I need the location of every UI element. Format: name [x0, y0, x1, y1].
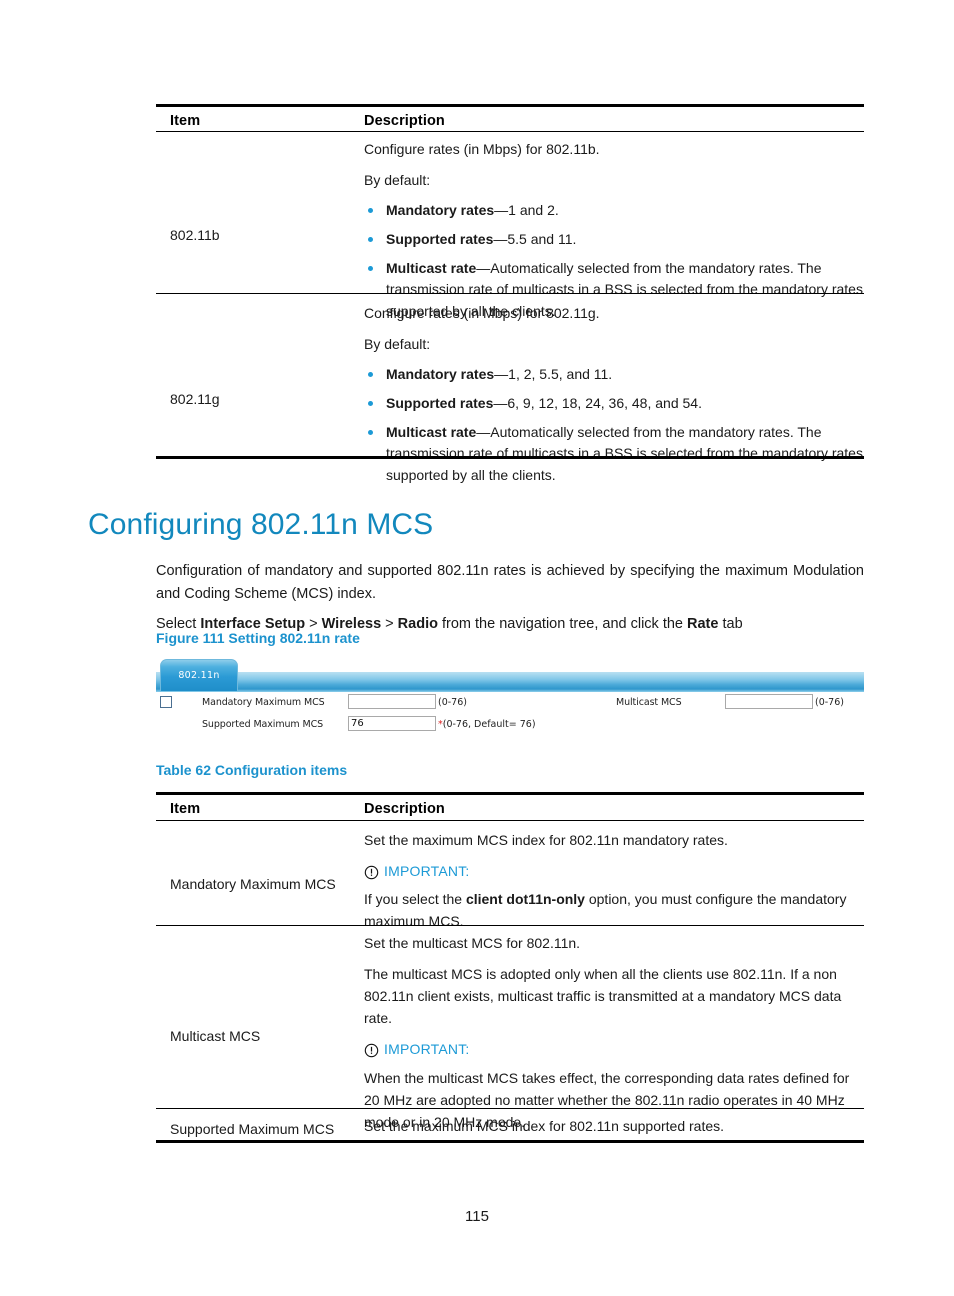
tab-strip: [156, 672, 864, 689]
supported-maximum-mcs-hint: *(0-76, Default= 76): [438, 719, 536, 730]
bullet-term: Supported rates: [386, 394, 494, 411]
bullet-rest: —1, 2, 5.5, and 11.: [494, 366, 613, 383]
row-body-text: The multicast MCS is adopted only when a…: [364, 966, 842, 1027]
multicast-mcs-hint: (0-76): [815, 697, 844, 708]
table-62-row-rule: [156, 925, 864, 926]
mandatory-maximum-mcs-input[interactable]: [348, 694, 436, 709]
bullet-term: Mandatory rates: [386, 202, 495, 219]
exclamation-circle-icon: [364, 864, 379, 879]
nav-tab-rate: Rate: [687, 615, 719, 632]
row-lead-text: Set the multicast MCS for 802.11n.: [364, 935, 581, 951]
table-top-border-top: [156, 104, 864, 107]
bullet-list: Mandatory rates—1, 2, 5.5, and 11. Suppo…: [364, 364, 864, 486]
section-paragraph: Configuration of mandatory and supported…: [156, 562, 864, 602]
row-item-label: 802.11g: [170, 390, 220, 407]
bullet-dot-icon: [368, 265, 373, 271]
mandatory-maximum-mcs-label: Mandatory Maximum MCS: [202, 697, 325, 708]
bullet-dot-icon: [368, 208, 373, 214]
tab-strip-underline: [156, 689, 864, 692]
list-item: Supported rates—6, 9, 12, 18, 24, 36, 48…: [364, 393, 864, 415]
nav-path-radio: Radio: [397, 615, 438, 632]
multicast-mcs-label: Multicast MCS: [616, 697, 682, 708]
supported-maximum-mcs-hint-text: (0-76, Default= 76): [442, 719, 536, 730]
tab-802-11n-label: 802.11n: [178, 670, 220, 681]
list-item: Supported rates—5.5 and 11.: [364, 229, 864, 251]
table-row: 802.11g Configure rates (in Mbps) for 80…: [156, 301, 864, 497]
enable-checkbox[interactable]: [160, 696, 172, 708]
table-top-row-rule: [156, 293, 864, 294]
figure-caption: Figure 111 Setting 802.11n rate: [156, 630, 360, 646]
exclamation-circle-icon: [364, 1042, 379, 1058]
important-note: IMPORTANT:: [364, 860, 864, 882]
bullet-dot-icon: [368, 400, 373, 406]
list-item: Mandatory rates—1, 2, 5.5, and 11.: [364, 364, 864, 386]
table-62-row-rule: [156, 1108, 864, 1109]
note-bold-term: client dot11n-only: [465, 891, 585, 908]
table-row: Multicast MCS Set the multicast MCS for …: [156, 930, 864, 1143]
important-label: IMPORTANT:: [384, 1041, 470, 1058]
note-prefix: If you select the: [364, 891, 466, 908]
bullet-rest: —5.5 and 11.: [493, 230, 577, 247]
table-62-border-bottom: [156, 1140, 864, 1143]
bullet-term: Multicast rate: [386, 259, 477, 276]
bullet-term: Mandatory rates: [386, 366, 495, 383]
important-label: IMPORTANT:: [384, 863, 470, 880]
row-lead-text: Set the maximum MCS index for 802.11n su…: [364, 1118, 725, 1134]
row-intro-text: Configure rates (in Mbps) for 802.11g.: [364, 305, 600, 321]
supported-maximum-mcs-input[interactable]: 76: [348, 716, 436, 731]
tab-802-11n[interactable]: 802.11n: [160, 659, 238, 691]
row-lead-text: Set the maximum MCS index for 802.11n ma…: [364, 832, 728, 848]
bullet-dot-icon: [368, 372, 373, 378]
nav-middle: from the navigation tree, and click the: [437, 615, 688, 632]
nav-separator: >: [381, 615, 398, 632]
table-62-border-top: [156, 792, 864, 795]
row-item-label: Multicast MCS: [170, 1028, 261, 1045]
table-top-header-rule: [156, 131, 864, 132]
figure-802-11n-rate-screenshot: 802.11n Mandatory Maximum MCS (0-76) Sup…: [156, 658, 864, 740]
bullet-term: Multicast rate: [386, 423, 477, 440]
table-top-border-bottom: [156, 456, 864, 459]
bullet-dot-icon: [368, 236, 373, 242]
page-number: 115: [465, 1208, 489, 1225]
multicast-mcs-input[interactable]: [725, 694, 813, 709]
list-item: Mandatory rates—1 and 2.: [364, 200, 864, 222]
table-62-caption: Table 62 Configuration items: [156, 762, 348, 778]
table-62-header-rule: [156, 820, 864, 821]
row-description: Configure rates (in Mbps) for 802.11g. B…: [364, 301, 864, 497]
row-default-label: By default:: [364, 336, 431, 353]
bullet-term: Supported rates: [386, 230, 494, 247]
row-intro-text: Configure rates (in Mbps) for 802.11b.: [364, 141, 600, 157]
bullet-rest: —1 and 2.: [494, 202, 559, 219]
list-item: Multicast rate—Automatically selected fr…: [364, 422, 864, 487]
mandatory-maximum-mcs-hint: (0-76): [438, 697, 467, 708]
page-title: Configuring 802.11n MCS: [88, 508, 434, 542]
document-page: Item Description 802.11b Configure rates…: [0, 0, 954, 1296]
supported-maximum-mcs-label: Supported Maximum MCS: [202, 719, 324, 730]
important-note: IMPORTANT:: [364, 1038, 864, 1060]
bullet-rest: —6, 9, 12, 18, 24, 36, 48, and 54.: [493, 394, 702, 411]
bullet-dot-icon: [368, 429, 373, 435]
row-description: Set the multicast MCS for 802.11n. The m…: [364, 930, 864, 1143]
nav-suffix: tab: [718, 615, 743, 632]
row-default-label: By default:: [364, 172, 431, 189]
